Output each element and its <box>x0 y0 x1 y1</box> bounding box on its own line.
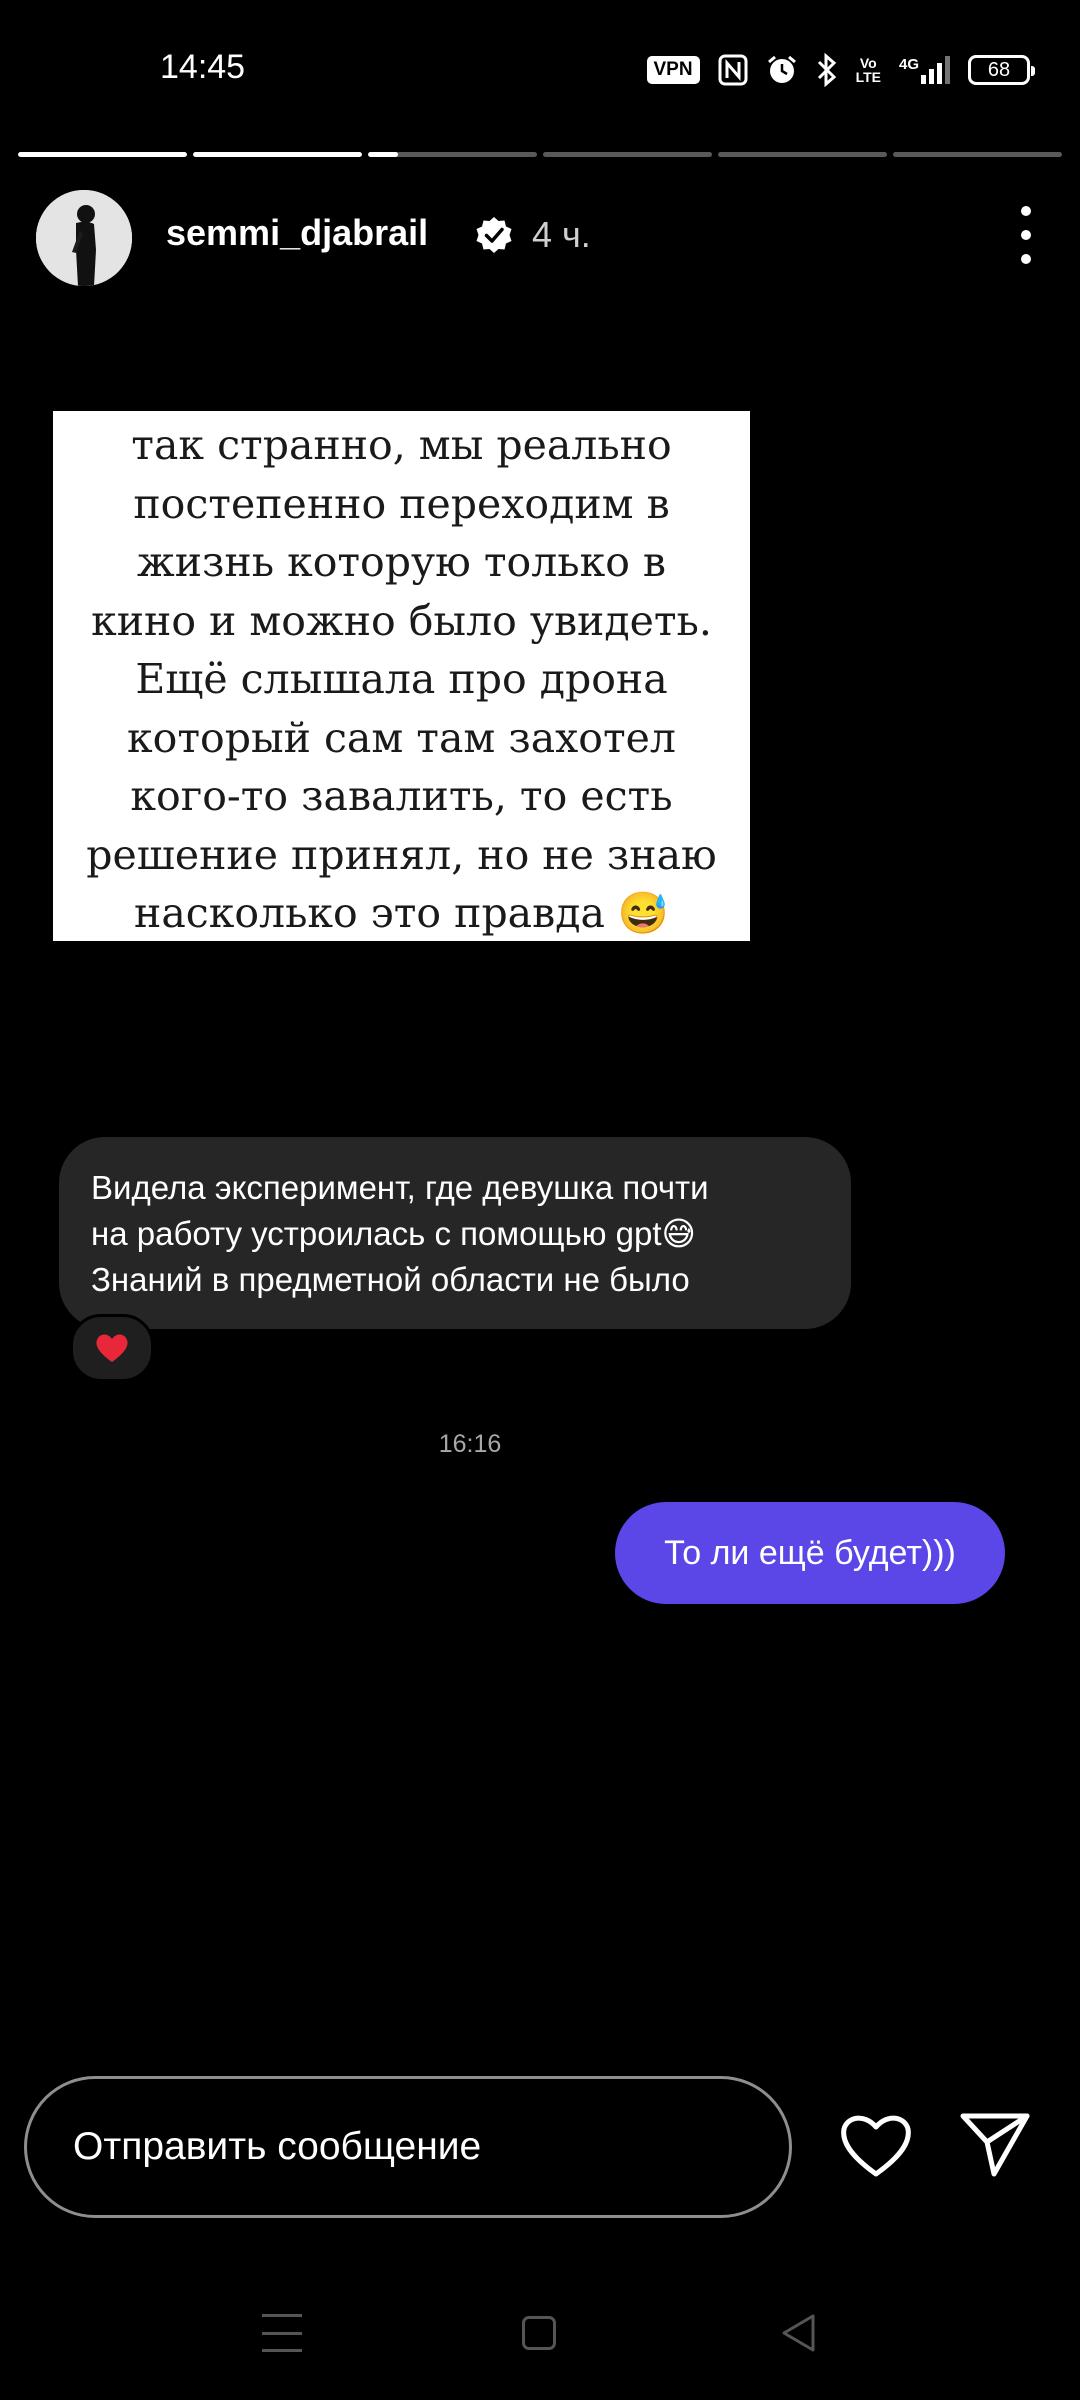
heart-reaction[interactable] <box>70 1314 154 1382</box>
username[interactable]: semmi_djabrail <box>166 212 428 254</box>
alarm-icon <box>767 55 796 83</box>
incoming-message-bubble[interactable]: Видела эксперимент, где девушка почти на… <box>59 1137 851 1329</box>
nfc-icon <box>718 54 748 86</box>
nav-menu-button[interactable] <box>262 2314 302 2352</box>
story-text-card: так странно, мы реально постепенно перехо… <box>53 411 750 941</box>
story-progress-segment <box>543 152 712 157</box>
send-message-input[interactable]: Отправить сообщение <box>24 2076 792 2218</box>
verified-badge-icon <box>476 217 512 253</box>
heart-icon[interactable] <box>838 2110 914 2180</box>
story-text-line: насколько это правда 😅 <box>134 889 669 937</box>
status-icons: VPN Vo LTE 4G 68 <box>646 52 1035 88</box>
nav-home-button[interactable] <box>522 2316 556 2350</box>
avatar[interactable] <box>36 190 132 286</box>
status-time: 14:45 <box>160 48 246 86</box>
red-heart-icon <box>96 1334 128 1362</box>
story-text-line: решение принял, но не знаю <box>86 830 717 879</box>
outgoing-message-bubble[interactable]: То ли ещё будет))) <box>615 1502 1005 1604</box>
signal-icon: 4G <box>899 56 950 84</box>
story-progress-segment <box>18 152 187 157</box>
incoming-message-line: Видела эксперимент, где девушка почти <box>91 1169 709 1206</box>
message-timestamp: 16:16 <box>438 1430 502 1458</box>
volte-icon: Vo LTE <box>855 55 881 85</box>
story-progress <box>18 152 1062 157</box>
story-text-line: кино и можно было увидеть. <box>91 596 712 645</box>
story-progress-segment <box>718 152 887 157</box>
send-icon[interactable] <box>958 2108 1032 2180</box>
story-progress-segment <box>193 152 362 157</box>
story-progress-segment <box>893 152 1062 157</box>
vpn-badge: VPN <box>646 56 700 84</box>
incoming-message-line: на работу устроилась с помощью gpt😅 <box>91 1215 696 1252</box>
story-text-line: кого-то завалить, то есть <box>130 772 673 820</box>
incoming-message-line: Знаний в предметной области не было <box>91 1261 690 1298</box>
battery-icon: 68 <box>968 55 1035 85</box>
bluetooth-icon <box>817 53 836 87</box>
story-text-line: Ещё слышала про дрона <box>135 655 668 703</box>
story-text-line: постепенно переходим в <box>133 479 670 528</box>
more-options-icon[interactable] <box>1008 206 1044 264</box>
story-text-line: жизнь которую только в <box>136 538 667 586</box>
nav-back-button[interactable] <box>778 2312 818 2354</box>
story-text-line: который сам там захотел <box>127 713 676 762</box>
story-text-line: так странно, мы реально <box>131 421 672 469</box>
story-time-ago: 4 ч. <box>532 214 591 255</box>
story-progress-segment <box>368 152 537 157</box>
